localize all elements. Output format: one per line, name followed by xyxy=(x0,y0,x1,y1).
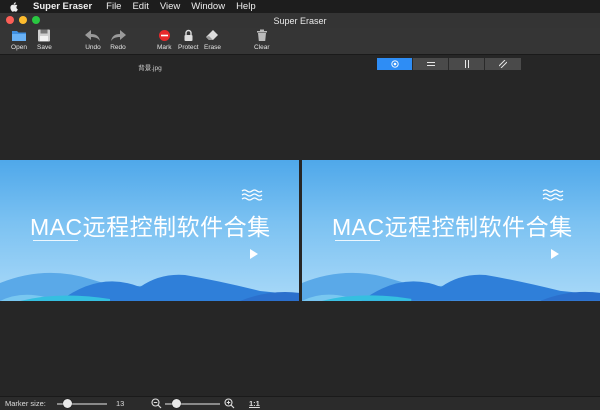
menu-app-name[interactable]: Super Eraser xyxy=(33,1,92,12)
zoom-out-icon[interactable] xyxy=(151,398,162,409)
split-vertical-icon xyxy=(464,60,469,68)
marker-size-slider[interactable] xyxy=(57,399,107,408)
menu-view[interactable]: View xyxy=(160,1,180,12)
save-button[interactable]: Save xyxy=(37,29,52,51)
file-name: 背景.jpg xyxy=(138,65,162,72)
menu-window[interactable]: Window xyxy=(191,1,225,12)
toolbar: Open Save Undo Redo Mark Protect Erase C… xyxy=(0,28,600,55)
menu-bar: Super Eraser File Edit View Window Help xyxy=(0,0,600,13)
marker-size-value: 13 xyxy=(116,399,125,408)
mark-icon xyxy=(158,30,170,41)
zoom-slider[interactable] xyxy=(165,399,220,408)
minimize-button[interactable] xyxy=(19,16,27,24)
single-view-icon xyxy=(390,60,399,68)
close-button[interactable] xyxy=(6,16,14,24)
clear-button[interactable]: Clear xyxy=(254,29,270,51)
erase-button[interactable]: Erase xyxy=(204,29,221,51)
clear-label: Clear xyxy=(254,44,270,51)
view-mode-vertical-button[interactable] xyxy=(449,58,485,70)
image-title: MAC远程控制软件合集 xyxy=(332,214,573,240)
menu-help[interactable]: Help xyxy=(236,1,256,12)
split-horizontal-icon xyxy=(426,62,435,66)
view-mode-diagonal-button[interactable] xyxy=(485,58,521,70)
zoom-in-icon[interactable] xyxy=(224,398,235,409)
play-icon xyxy=(551,249,559,259)
title-bar: Super Eraser xyxy=(0,13,600,28)
marker-size-label: Marker size: xyxy=(5,399,46,408)
apple-icon[interactable] xyxy=(9,1,19,12)
result-image-panel[interactable]: MAC远程控制软件合集 xyxy=(302,160,600,301)
redo-button[interactable]: Redo xyxy=(109,29,127,51)
disk-icon xyxy=(38,29,51,42)
mountains-illustration xyxy=(0,272,299,301)
title-underline xyxy=(335,240,380,241)
marker-size-knob[interactable] xyxy=(62,399,72,408)
open-label: Open xyxy=(11,44,27,51)
menu-file[interactable]: File xyxy=(106,1,121,12)
undo-button[interactable]: Undo xyxy=(84,29,102,51)
erase-label: Erase xyxy=(204,44,221,51)
play-icon xyxy=(250,249,258,259)
open-button[interactable]: Open xyxy=(11,29,27,51)
view-mode-single-button[interactable] xyxy=(377,58,413,70)
undo-label: Undo xyxy=(85,44,101,51)
protect-label: Protect xyxy=(178,44,199,51)
zoom-knob[interactable] xyxy=(171,399,181,408)
lock-icon xyxy=(184,29,193,41)
redo-arrow-icon xyxy=(111,30,126,41)
image-title: MAC远程控制软件合集 xyxy=(30,214,271,240)
undo-arrow-icon xyxy=(85,30,100,41)
window-controls xyxy=(6,16,40,24)
maximize-button[interactable] xyxy=(32,16,40,24)
view-mode-control xyxy=(377,58,521,70)
waves-icon xyxy=(241,189,263,201)
save-label: Save xyxy=(37,44,52,51)
mark-button[interactable]: Mark xyxy=(157,29,171,51)
view-mode-horizontal-button[interactable] xyxy=(413,58,449,70)
original-image-panel[interactable]: MAC远程控制软件合集 xyxy=(0,160,299,301)
window-title: Super Eraser xyxy=(273,15,327,26)
eraser-icon xyxy=(206,30,219,40)
menu-edit[interactable]: Edit xyxy=(132,1,148,12)
folder-icon xyxy=(12,31,26,41)
zoom-reset-button[interactable]: 1:1 xyxy=(249,399,260,408)
split-diagonal-icon xyxy=(499,60,507,68)
mark-label: Mark xyxy=(157,44,172,51)
mountains-illustration xyxy=(302,272,600,301)
waves-icon xyxy=(542,189,564,201)
status-bar: Marker size: 13 1:1 xyxy=(0,396,600,410)
title-underline xyxy=(33,240,78,241)
redo-label: Redo xyxy=(110,44,126,51)
trash-icon xyxy=(256,29,267,41)
protect-button[interactable]: Protect xyxy=(178,29,199,51)
